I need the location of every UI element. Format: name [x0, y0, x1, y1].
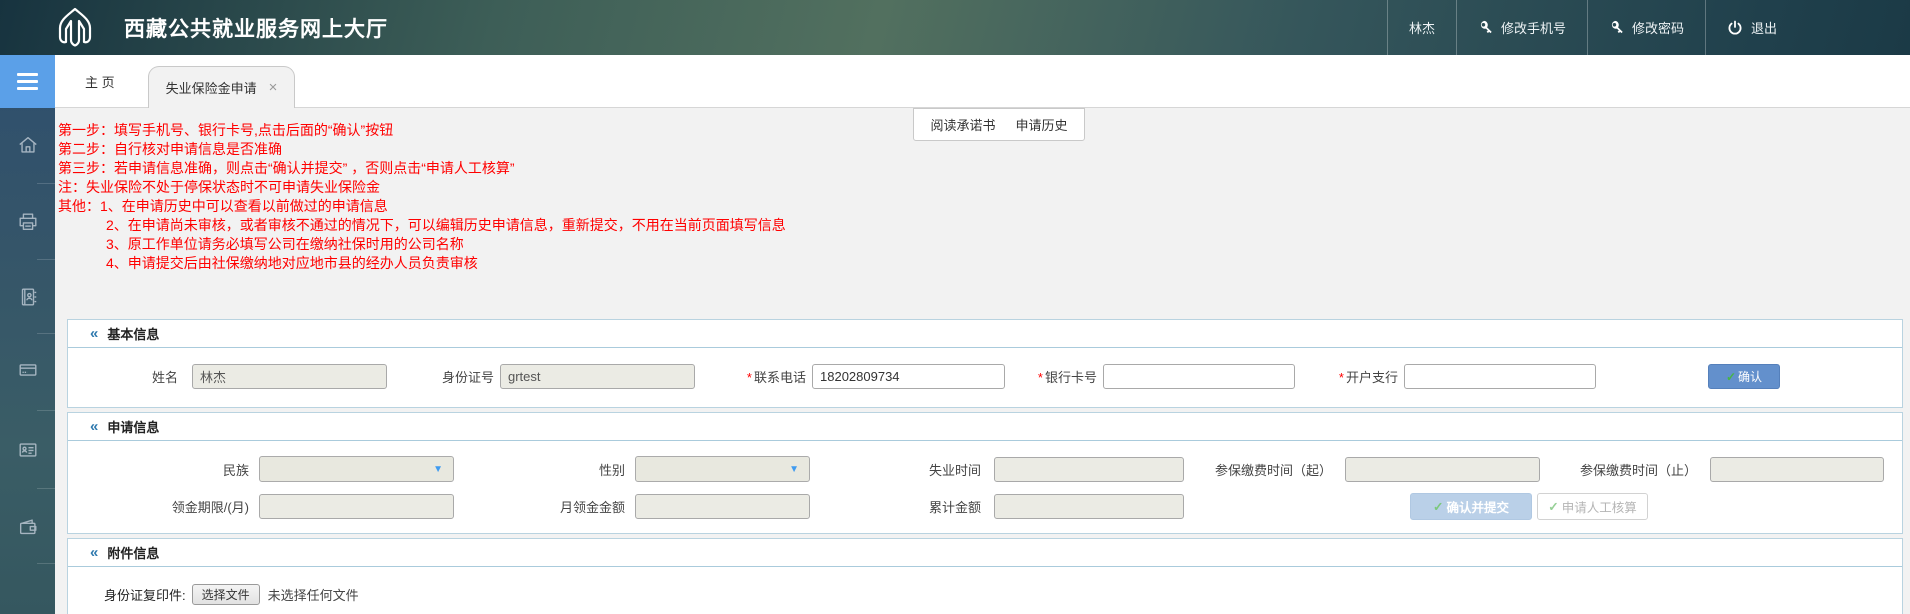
name-label: 姓名: [151, 370, 178, 385]
nation-label: 民族: [222, 462, 249, 478]
instruction-line: 4、申请提交后由社保缴纳地对应地市县的经办人员负责审核: [106, 255, 478, 271]
insured-end-label: 参保缴费时间（止）: [1579, 462, 1697, 478]
app-logo-icon: [52, 7, 98, 49]
name-field: [192, 364, 387, 389]
bank-card-icon[interactable]: [17, 359, 39, 381]
bank-branch-field[interactable]: [1404, 364, 1596, 389]
logout-button[interactable]: 退出: [1704, 0, 1798, 55]
page-title: 西藏公共就业服务网上大厅: [124, 17, 388, 41]
section-title-apply-info: 申请信息: [107, 420, 160, 435]
instruction-line: 第二步：自行核对申请信息是否准确: [58, 141, 282, 157]
id-card-icon[interactable]: [17, 439, 39, 461]
change-phone-button[interactable]: 修改手机号: [1455, 0, 1587, 55]
insured-end-field: [1710, 456, 1884, 482]
bank-card-label: * 银行卡号: [1037, 370, 1097, 385]
instruction-line: 注：失业保险不处于停保状态时不可申请失业保险金: [58, 179, 380, 195]
phone-label: * 联系电话: [746, 370, 806, 385]
tab-home[interactable]: 主 页: [85, 72, 115, 91]
caret-down-icon: ▼: [789, 463, 799, 475]
change-password-button[interactable]: 修改密码: [1586, 0, 1705, 55]
insured-start-field: [1345, 456, 1540, 482]
section-title-attachment-info: 附件信息: [107, 546, 160, 561]
bank-card-field[interactable]: [1103, 364, 1295, 389]
instruction-line: 2、在申请尚未审核，或者审核不通过的情况下，可以编辑历史申请信息，重新提交，不用…: [106, 217, 786, 233]
menu-icon[interactable]: [0, 55, 55, 108]
check-icon: ✓: [1725, 369, 1737, 384]
toolbar-buttons: 阅读承诺书 申请历史: [913, 108, 1085, 141]
instruction-line: 第三步：若申请信息准确，则点击“确认并提交” ，否则点击“申请人工核算”: [58, 160, 515, 176]
id-copy-label: 身份证复印件:: [104, 588, 186, 603]
id-number-label: 身份证号: [441, 370, 494, 385]
user-name[interactable]: 林杰: [1386, 0, 1456, 55]
confirm-button[interactable]: ✓ 确认: [1708, 364, 1780, 389]
check-icon: ✓: [1548, 500, 1559, 514]
home-icon[interactable]: [17, 134, 39, 156]
unemployment-time-label: 失业时间: [928, 462, 981, 478]
no-file-selected-text: 未选择任何文件: [267, 588, 359, 603]
page-content: 阅读承诺书 申请历史 第一步：填写手机号、银行卡号,点击后面的“确认”按钮 第二…: [55, 108, 1910, 614]
collapse-icon[interactable]: «: [90, 418, 98, 435]
choose-file-button[interactable]: 选择文件: [191, 584, 260, 605]
required-mark: *: [1338, 370, 1344, 385]
apply-info-panel: « 申请信息 民族 ▼ 性别 ▼ 失业时间 参保缴费时间（起） 参保缴费时间（止…: [67, 412, 1903, 534]
check-icon: ✓: [1433, 500, 1444, 514]
key-icon: [1609, 20, 1624, 35]
nation-select[interactable]: ▼: [259, 456, 454, 482]
bank-branch-label: * 开户支行: [1338, 370, 1398, 385]
attachment-info-panel: « 附件信息 身份证复印件: 选择文件 未选择任何文件: [67, 538, 1903, 614]
required-mark: *: [746, 370, 752, 385]
manual-review-button[interactable]: ✓ 申请人工核算: [1537, 493, 1648, 520]
collapse-icon[interactable]: «: [90, 544, 98, 561]
wallet-icon[interactable]: [17, 516, 39, 538]
power-icon: [1727, 20, 1743, 36]
insured-start-label: 参保缴费时间（起）: [1214, 462, 1332, 478]
tab-unemployment-application[interactable]: 失业保险金申请 ×: [147, 66, 296, 108]
contacts-book-icon[interactable]: [17, 286, 39, 308]
apply-history-button[interactable]: 申请历史: [1016, 115, 1068, 134]
key-icon: [1478, 20, 1493, 35]
gender-label: 性别: [598, 462, 625, 478]
id-number-field: [500, 364, 695, 389]
read-promise-button[interactable]: 阅读承诺书: [930, 115, 995, 134]
instruction-line: 3、原工作单位请务必填写公司在缴纳社保时用的公司名称: [106, 236, 464, 252]
monthly-amount-label: 月领金金额: [559, 500, 625, 515]
close-icon[interactable]: ×: [269, 79, 278, 96]
unemployment-time-field: [994, 456, 1184, 482]
sidebar: [0, 55, 55, 614]
total-amount-label: 累计金额: [928, 500, 981, 515]
basic-info-panel: « 基本信息 姓名 身份证号 *联系电话 *银行卡号 *开户支行 ✓: [67, 319, 1903, 408]
caret-down-icon: ▼: [433, 463, 443, 475]
phone-field[interactable]: [812, 364, 1005, 389]
header-user-area: 林杰 修改手机号 修改密码 退出: [1386, 0, 1910, 55]
required-mark: *: [1037, 370, 1043, 385]
collapse-icon[interactable]: «: [90, 325, 98, 342]
confirm-submit-button[interactable]: ✓ 确认并提交: [1410, 493, 1532, 520]
printer-icon[interactable]: [17, 211, 39, 233]
period-field: [259, 494, 454, 519]
period-label: 领金期限/(月): [171, 500, 249, 515]
gender-select[interactable]: ▼: [635, 456, 810, 482]
app-header: 西藏公共就业服务网上大厅 林杰 修改手机号 修改密码 退出: [0, 0, 1910, 55]
monthly-amount-field: [635, 494, 810, 519]
total-amount-field: [994, 494, 1184, 519]
section-title-basic-info: 基本信息: [107, 327, 160, 342]
tab-bar: 主 页 失业保险金申请 ×: [55, 55, 1910, 108]
instruction-line: 其他：1、在申请历史中可以查看以前做过的申请信息: [58, 198, 388, 214]
